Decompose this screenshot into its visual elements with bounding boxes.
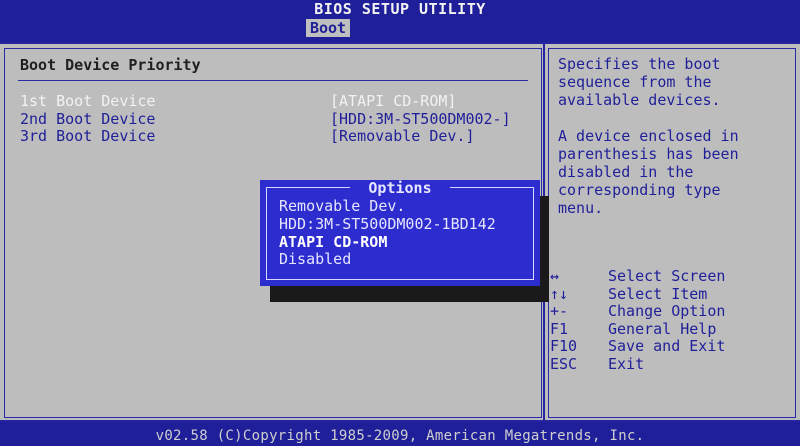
boot-device-label: 3rd Boot Device (20, 127, 156, 145)
key-row: ESC Exit (548, 354, 798, 374)
option-item-disabled[interactable]: Disabled (279, 250, 351, 268)
key-esc: ESC (550, 354, 578, 373)
copyright-footer: v02.58 (C)Copyright 1985-2009, American … (155, 428, 645, 444)
key-f1: F1 (550, 319, 569, 338)
boot-device-value[interactable]: [HDD:3M-ST500DM002-] (330, 110, 511, 128)
help-text: Specifies the boot sequence from the ava… (558, 55, 794, 217)
help-paragraph-2: A device enclosed in parenthesis has bee… (558, 127, 739, 217)
key-up-down-arrows-icon: ↑↓ (550, 284, 569, 303)
key-desc: Select Screen (608, 267, 726, 285)
key-row: F1 General Help (548, 319, 798, 339)
boot-device-label: 2nd Boot Device (20, 110, 156, 128)
key-row: ↑↓ Select Item (548, 284, 798, 304)
key-row: F10 Save and Exit (548, 338, 798, 356)
boot-device-value[interactable]: [Removable Dev.] (330, 127, 475, 145)
key-desc: Exit (608, 354, 645, 373)
popup-title: Options (368, 179, 432, 197)
option-item-hdd[interactable]: HDD:3M-ST500DM002-1BD142 (279, 215, 496, 233)
key-left-right-arrows-icon: ↔ (550, 267, 560, 285)
key-plus-minus: +- (550, 302, 569, 321)
key-f10: F10 (550, 337, 578, 356)
boot-device-value[interactable]: [ATAPI CD-ROM] (330, 92, 456, 110)
option-item-removable[interactable]: Removable Dev. (279, 197, 405, 215)
boot-device-row-1[interactable]: 1st Boot Device [ATAPI CD-ROM] (0, 92, 540, 110)
key-desc: General Help (608, 319, 717, 338)
section-title: Boot Device Priority (20, 56, 201, 74)
bios-title: BIOS SETUP UTILITY (314, 0, 486, 18)
options-popup: Options Removable Dev. HDD:3M-ST500DM002… (260, 180, 540, 286)
tab-bar (0, 18, 800, 38)
boot-device-row-2[interactable]: 2nd Boot Device [HDD:3M-ST500DM002-] (0, 110, 540, 128)
key-desc: Select Item (608, 284, 708, 303)
tab-boot[interactable]: Boot (306, 19, 350, 37)
boot-device-label: 1st Boot Device (20, 92, 156, 110)
option-item-cdrom[interactable]: ATAPI CD-ROM (279, 233, 387, 251)
key-legend: ↔ Select Screen ↑↓ Select Item +- Change Op… (548, 267, 798, 374)
key-desc: Change Option (608, 302, 726, 321)
help-paragraph-1: Specifies the boot sequence from the ava… (558, 55, 721, 109)
section-rule (18, 80, 528, 81)
boot-device-row-3[interactable]: 3rd Boot Device [Removable Dev.] (0, 127, 540, 145)
key-row: +- Change Option (548, 303, 798, 321)
key-row: ↔ Select Screen (548, 267, 798, 286)
key-desc: Save and Exit (608, 337, 726, 356)
